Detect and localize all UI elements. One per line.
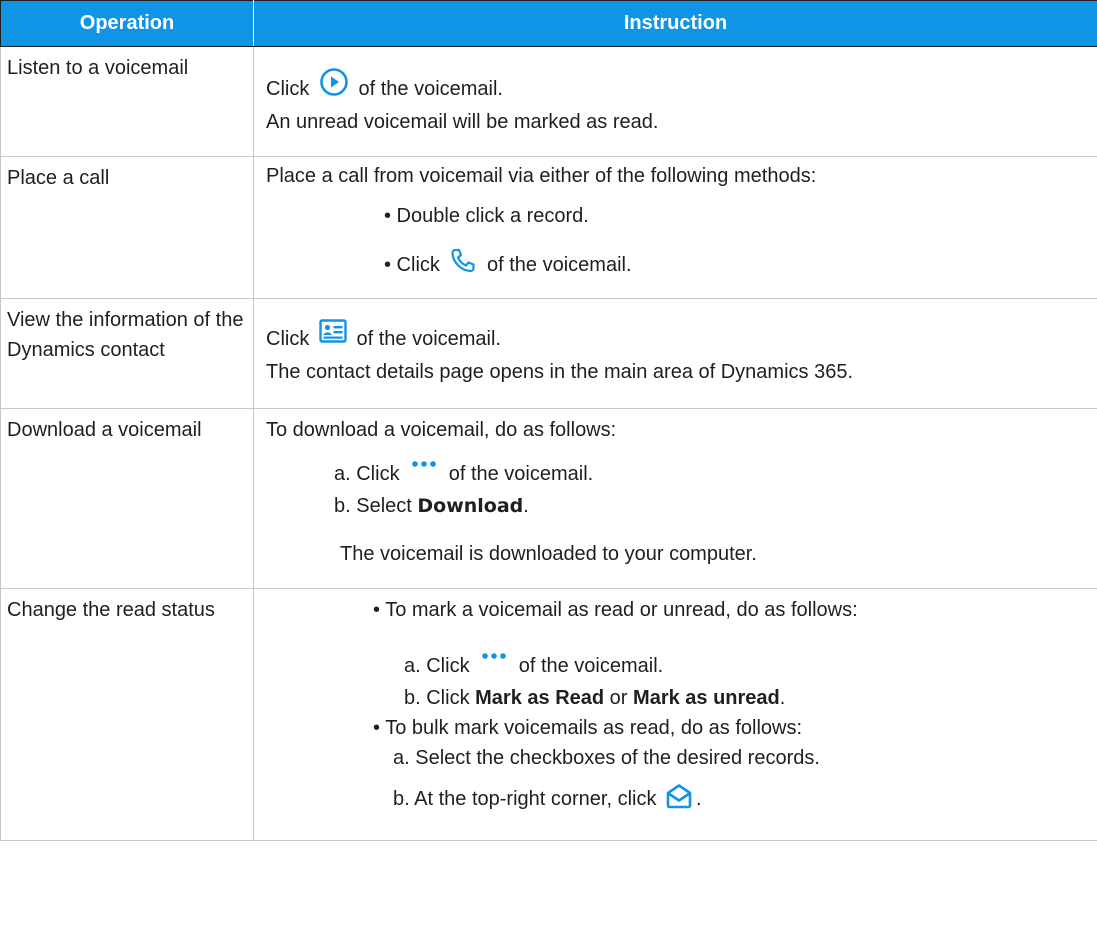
phone-icon (449, 247, 477, 275)
instruction-line: a. Click of the voicemail. (266, 651, 1085, 683)
instruction-line: An unread voicemail will be marked as re… (266, 111, 659, 133)
operation-cell: Download a voicemail (0, 408, 254, 589)
operation-cell: Listen to a voicemail (0, 46, 254, 157)
operation-cell: View the information of the Dynamics con… (0, 298, 254, 409)
operation-cell: Place a call (0, 156, 254, 299)
instruction-cell: Place a call from voicemail via either o… (253, 156, 1097, 299)
instruction-line: b. At the top-right corner, click . (266, 783, 1085, 823)
instruction-line: • Double click a record. (384, 205, 589, 227)
voicemail-operations-table: Operation Instruction Listen to a voicem… (0, 0, 1097, 841)
operation-cell: Change the read status (0, 588, 254, 841)
header-operation: Operation (0, 0, 254, 47)
instruction-cell: Click of the voicemail. An unread voicem… (253, 46, 1097, 157)
table-row: Download a voicemail To download a voice… (0, 408, 1097, 589)
instruction-line: Click of the voicemail. (266, 319, 1085, 357)
instruction-line: b. Select Download. (334, 495, 529, 517)
table-row: Listen to a voicemail Click of the voice… (0, 46, 1097, 157)
table-header-row: Operation Instruction (0, 0, 1097, 47)
instruction-line: a. Click of the voicemail. (266, 459, 1085, 491)
instruction-line: • To bulk mark voicemails as read, do as… (373, 717, 803, 739)
mark-as-read-label: Mark as Read (475, 687, 605, 709)
download-label: Download (417, 495, 524, 517)
table-row: View the information of the Dynamics con… (0, 298, 1097, 409)
instruction-line: • Click of the voicemail. (266, 247, 1085, 291)
instruction-line: To download a voicemail, do as follows: (266, 419, 617, 441)
play-circle-icon (319, 67, 349, 97)
table-row: Change the read status • To mark a voice… (0, 588, 1097, 841)
instruction-cell: • To mark a voicemail as read or unread,… (253, 588, 1097, 841)
instruction-line: The contact details page opens in the ma… (266, 361, 854, 383)
instruction-cell: To download a voicemail, do as follows: … (253, 408, 1097, 589)
more-dots-icon (481, 652, 507, 660)
mark-as-unread-label: Mark as unread (633, 687, 780, 709)
contact-card-icon (319, 319, 347, 343)
instruction-line: • To mark a voicemail as read or unread,… (373, 599, 858, 621)
instruction-line: Click of the voicemail. (266, 67, 1085, 107)
instruction-line: Place a call from voicemail via either o… (266, 165, 817, 187)
instruction-line: a. Select the checkboxes of the desired … (393, 747, 820, 769)
instruction-line: b. Click Mark as Read or Mark as unread. (404, 687, 786, 709)
more-dots-icon (411, 460, 437, 468)
instruction-cell: Click of the voicemail. The contact deta… (253, 298, 1097, 409)
mark-read-envelope-icon (665, 783, 693, 809)
instruction-line: The voicemail is downloaded to your comp… (340, 543, 757, 565)
header-instruction: Instruction (253, 0, 1097, 47)
table-row: Place a call Place a call from voicemail… (0, 156, 1097, 299)
